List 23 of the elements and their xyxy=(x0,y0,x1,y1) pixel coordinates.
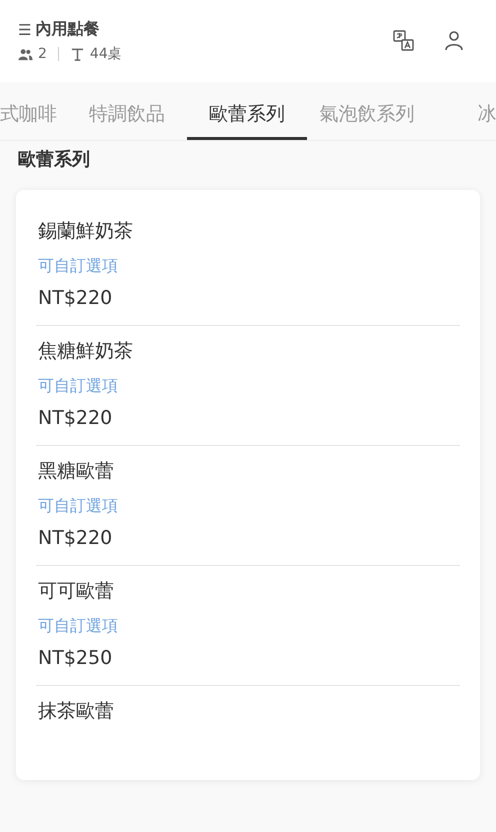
item-name[interactable]: 錫蘭鮮奶茶 xyxy=(38,218,458,244)
customizable-label: 可自訂選項 xyxy=(38,256,119,277)
page-title: 內用點餐 xyxy=(35,19,100,40)
item-name[interactable]: 黑糖歐蕾 xyxy=(38,458,458,484)
item-name[interactable]: 可可歐蕾 xyxy=(38,578,458,604)
item-price: NT$250 xyxy=(38,647,114,669)
translate-icon[interactable] xyxy=(392,29,416,53)
user-icon[interactable] xyxy=(442,29,466,53)
table-number: 44桌 xyxy=(90,45,122,63)
guest-count: 2 xyxy=(38,46,47,62)
table-icon xyxy=(70,48,85,60)
item-price: NT$220 xyxy=(38,287,114,309)
customizable-label: 可自訂選項 xyxy=(38,376,119,397)
item-name[interactable]: 焦糖鮮奶茶 xyxy=(38,338,458,364)
item-price: NT$220 xyxy=(38,407,114,429)
item-price: NT$220 xyxy=(38,527,114,549)
people-icon xyxy=(18,48,33,60)
menu-icon[interactable]: ☰ xyxy=(18,20,32,38)
item-name[interactable]: 抹茶歐蕾 xyxy=(38,698,458,724)
section-title: 歐蕾系列 xyxy=(18,148,91,171)
customizable-label: 可自訂選項 xyxy=(38,616,119,637)
customizable-label: 可自訂選項 xyxy=(38,496,119,517)
category-tab[interactable]: 歐蕾系列 xyxy=(187,82,307,140)
